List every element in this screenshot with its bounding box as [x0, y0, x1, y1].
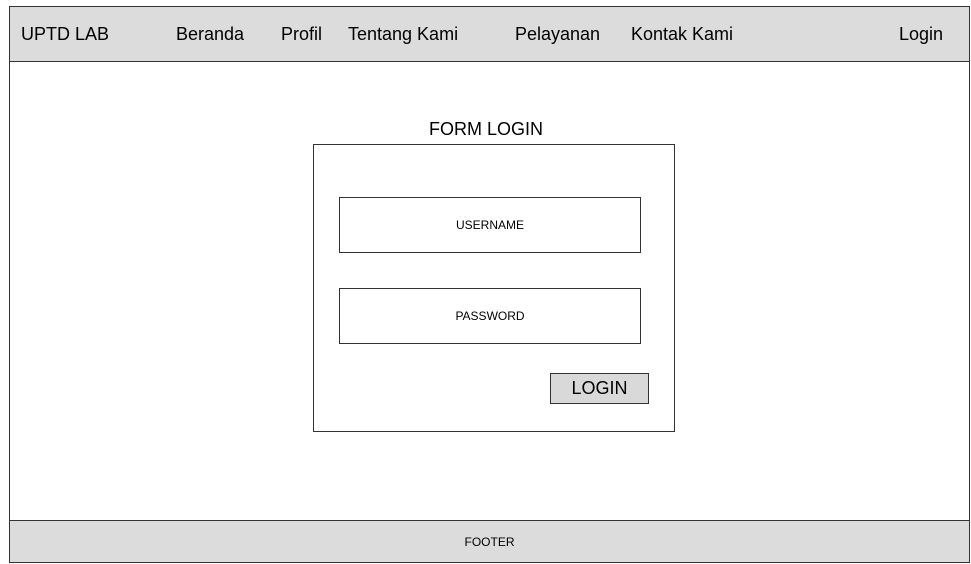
nav-item-tentang-kami[interactable]: Tentang Kami: [348, 24, 458, 44]
nav-item-profil[interactable]: Profil: [281, 24, 322, 44]
nav-login-link[interactable]: Login: [899, 24, 943, 44]
login-button-label: LOGIN: [571, 378, 628, 398]
brand-logo[interactable]: UPTD LAB: [21, 24, 109, 44]
form-title: FORM LOGIN: [429, 119, 544, 139]
password-field[interactable]: PASSWORD: [339, 288, 641, 344]
nav-item-pelayanan[interactable]: Pelayanan: [515, 24, 600, 44]
footer-label: FOOTER: [464, 534, 515, 549]
footer: FOOTER: [10, 520, 969, 562]
nav-item-kontak-kami[interactable]: Kontak Kami: [631, 24, 733, 44]
page-frame: UPTD LAB Beranda Profil Tentang Kami Pel…: [9, 6, 970, 563]
login-form: USERNAME PASSWORD LOGIN: [313, 144, 675, 432]
top-navbar: UPTD LAB Beranda Profil Tentang Kami Pel…: [10, 7, 969, 62]
login-button[interactable]: LOGIN: [550, 373, 649, 404]
nav-item-beranda[interactable]: Beranda: [176, 24, 244, 44]
password-placeholder: PASSWORD: [455, 309, 525, 323]
username-placeholder: USERNAME: [455, 218, 524, 232]
username-field[interactable]: USERNAME: [339, 197, 641, 253]
